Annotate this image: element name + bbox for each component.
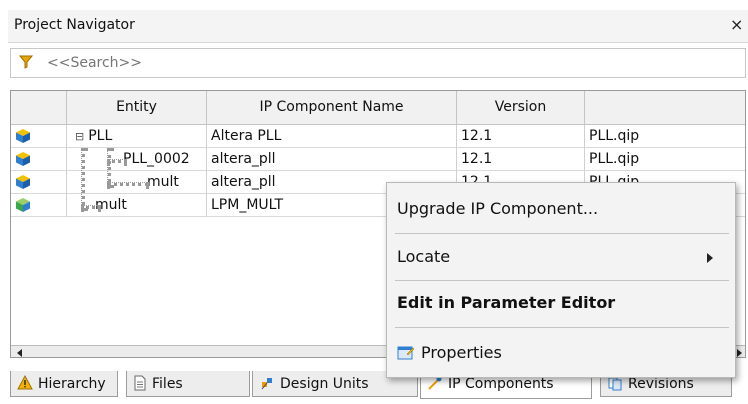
version-cell: 12.1 <box>457 148 585 171</box>
column-header-icon[interactable] <box>11 91 67 125</box>
tree-line <box>107 159 127 163</box>
scroll-left-icon[interactable] <box>17 349 22 357</box>
ip-name-cell: Altera PLL <box>207 125 457 148</box>
menu-item-properties[interactable]: Properties <box>397 341 727 365</box>
table-row[interactable] <box>11 194 67 217</box>
menu-separator <box>395 280 729 281</box>
tab-files[interactable]: Files <box>126 371 250 397</box>
menu-separator <box>395 233 729 234</box>
panel-title: Project Navigator <box>14 17 135 33</box>
submenu-arrow-icon <box>707 253 713 263</box>
scroll-right-icon[interactable] <box>737 349 742 357</box>
close-button[interactable]: × <box>730 15 743 34</box>
menu-item-locate[interactable]: Locate <box>397 245 727 269</box>
menu-separator <box>395 327 729 328</box>
ip-cube-icon <box>16 129 30 143</box>
filter-icon[interactable] <box>19 55 33 69</box>
design-units-icon <box>261 378 272 390</box>
warning-triangle-icon <box>17 374 33 390</box>
search-input[interactable] <box>47 54 647 72</box>
ip-cube-icon <box>16 175 30 189</box>
file-icon <box>134 375 146 391</box>
tree-line <box>107 182 149 186</box>
entity-cell[interactable]: ⊟ PLL <box>67 125 207 148</box>
file-cell: PLL.qip <box>585 148 745 171</box>
search-bar <box>10 48 746 78</box>
tree-line <box>81 148 85 211</box>
file-cell: PLL.qip <box>585 125 745 148</box>
panel-titlebar: Project Navigator × <box>8 10 748 43</box>
column-header-version[interactable]: Version <box>457 91 585 125</box>
table-row[interactable] <box>11 148 67 171</box>
table-row[interactable] <box>11 125 67 148</box>
version-cell: 12.1 <box>457 125 585 148</box>
column-header-file[interactable] <box>585 91 745 125</box>
context-menu: Upgrade IP Component... Locate Edit in P… <box>386 182 736 378</box>
ip-name-cell: altera_pll <box>207 148 457 171</box>
menu-item-edit-in-parameter-editor[interactable]: Edit in Parameter Editor <box>397 291 727 315</box>
tab-hierarchy[interactable]: Hierarchy <box>10 371 118 397</box>
menu-item-upgrade-ip-component[interactable]: Upgrade IP Component... <box>397 197 727 221</box>
entity-cell[interactable]: PLL_0002 <box>67 148 207 171</box>
properties-icon <box>397 346 415 360</box>
column-header-ip-component-name[interactable]: IP Component Name <box>207 91 457 125</box>
column-header-entity[interactable]: Entity <box>67 91 207 125</box>
ip-cube-icon <box>16 152 30 166</box>
tree-line <box>81 205 101 209</box>
table-row[interactable] <box>11 171 67 194</box>
ip-cube-green-icon <box>16 198 30 212</box>
collapse-tree-icon[interactable]: ⊟ <box>75 130 84 143</box>
